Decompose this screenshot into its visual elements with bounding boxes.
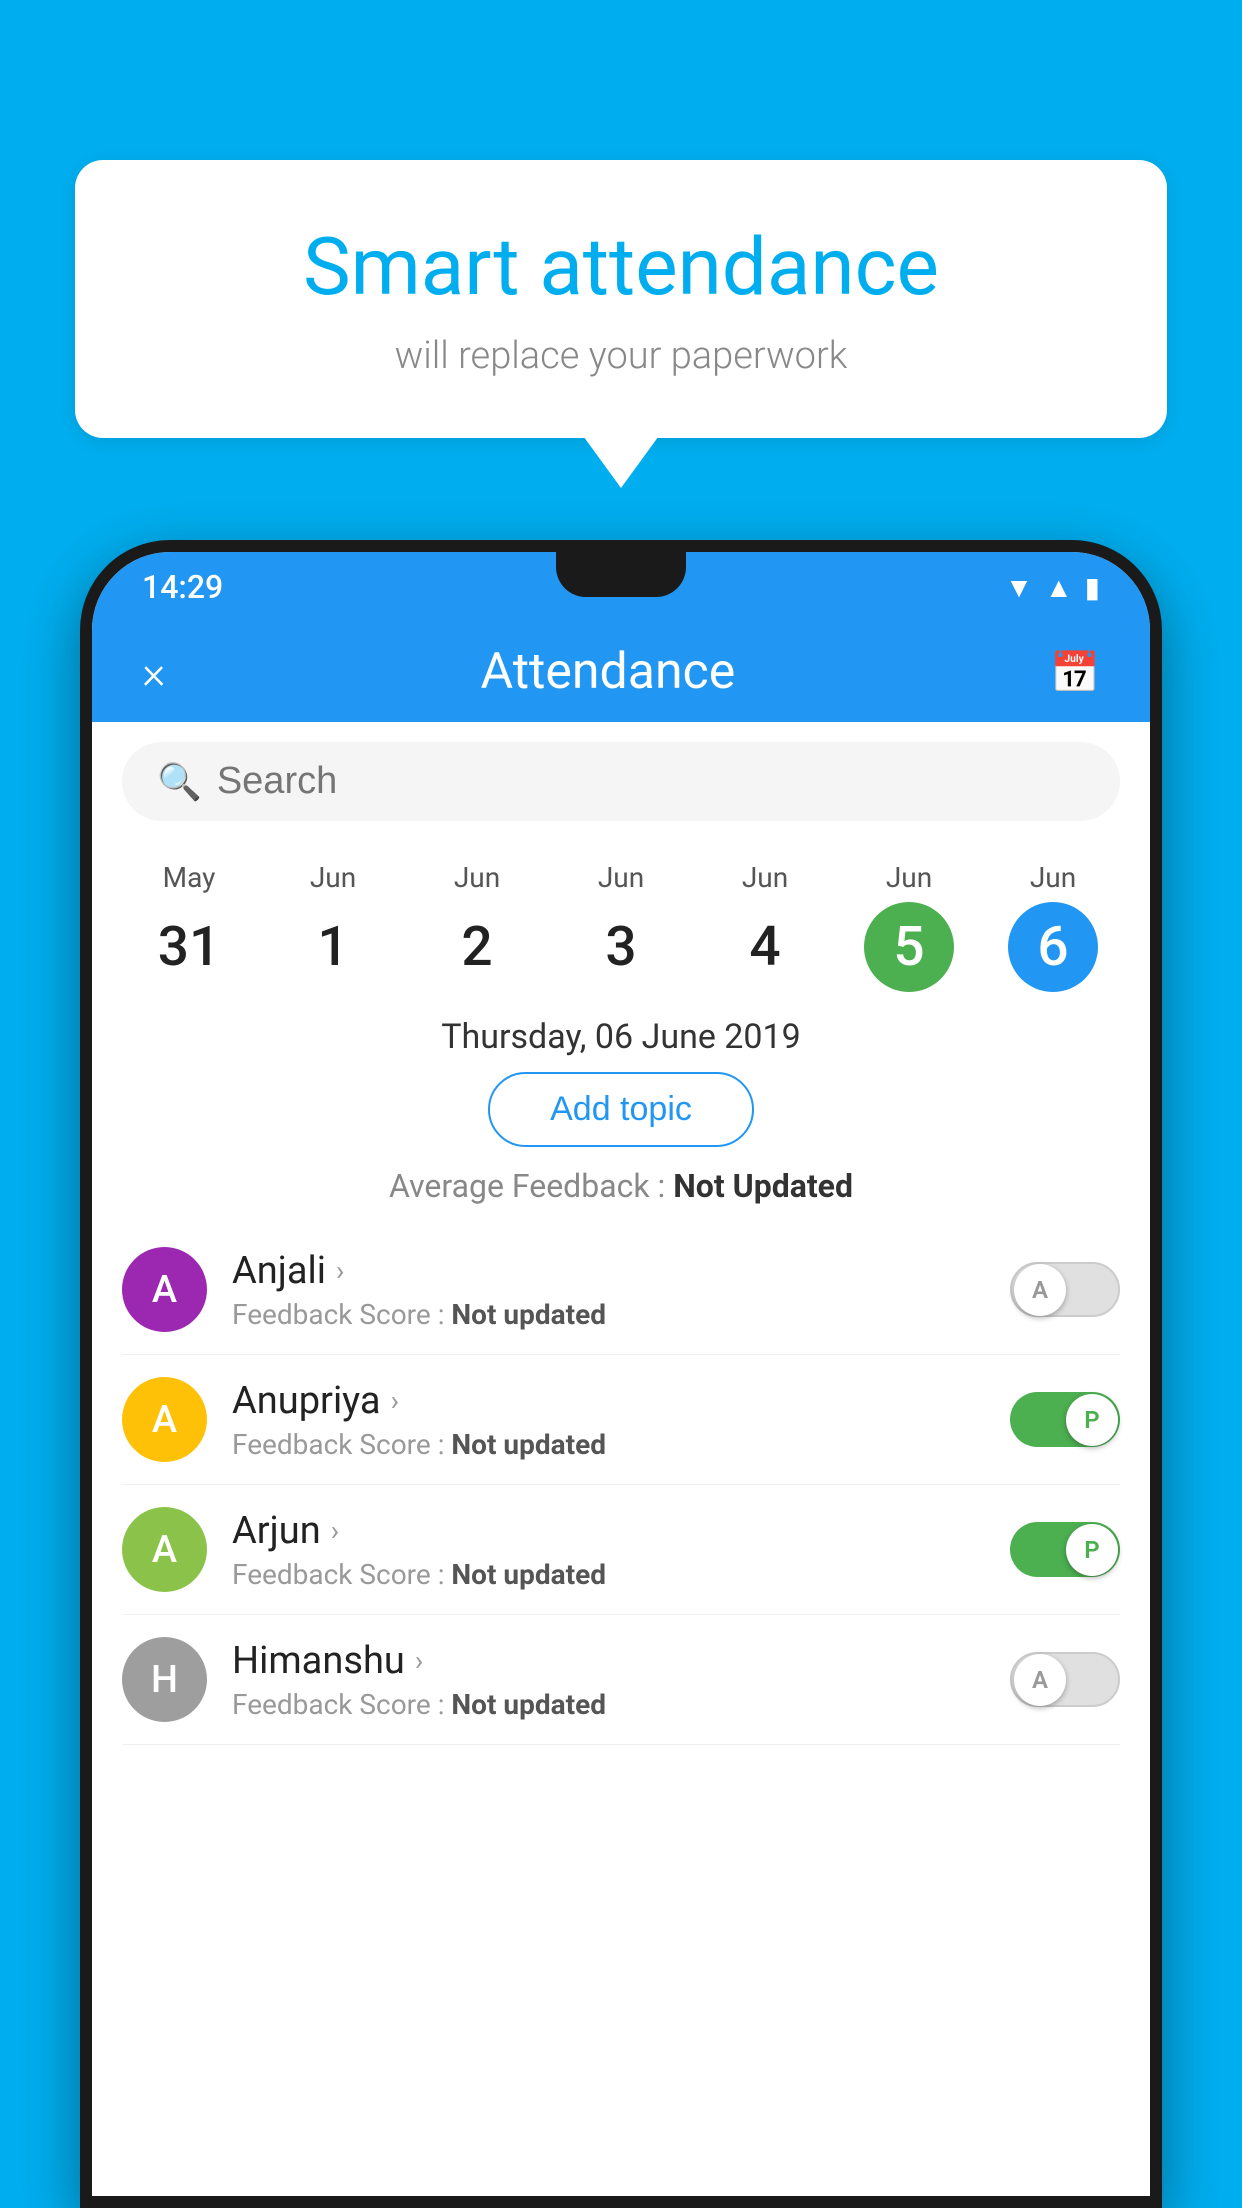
date-month: Jun <box>1030 861 1076 894</box>
feedback-score: Feedback Score : Not updated <box>232 1298 985 1331</box>
phone-notch <box>556 552 686 597</box>
avatar: A <box>122 1507 207 1592</box>
attendance-toggle[interactable]: P <box>1010 1392 1120 1447</box>
list-item: A Anjali › Feedback Score : Not updated A <box>122 1225 1120 1355</box>
date-day: 31 <box>144 902 234 992</box>
date-picker: May 31 Jun 1 Jun 2 Jun 3 Jun 4 Jun 5 Jun 6 <box>92 841 1150 992</box>
bubble-subtitle: will replace your paperwork <box>145 334 1097 378</box>
toggle-knob: P <box>1066 1394 1118 1446</box>
date-month: Jun <box>310 861 356 894</box>
student-info: Himanshu › Feedback Score : Not updated <box>232 1639 985 1721</box>
avg-feedback-label: Average Feedback : <box>389 1167 673 1205</box>
date-month: May <box>163 861 216 894</box>
student-info: Arjun › Feedback Score : Not updated <box>232 1509 985 1591</box>
date-month: Jun <box>454 861 500 894</box>
toggle-knob: P <box>1066 1524 1118 1576</box>
student-list: AAnjali ›Feedback Score : Not updatedAAA… <box>92 1225 1150 1745</box>
student-info: Anjali › Feedback Score : Not updated <box>232 1249 985 1331</box>
date-day: 2 <box>432 902 522 992</box>
date-day: 5 <box>864 902 954 992</box>
speech-bubble: Smart attendance will replace your paper… <box>75 160 1167 438</box>
student-name[interactable]: Arjun › <box>232 1509 985 1553</box>
attendance-toggle[interactable]: A <box>1010 1652 1120 1707</box>
search-input[interactable] <box>217 760 1085 803</box>
toggle-container: A <box>1010 1652 1120 1707</box>
date-item[interactable]: Jun 1 <box>288 861 378 992</box>
add-topic-button[interactable]: Add topic <box>488 1072 754 1147</box>
attendance-toggle[interactable]: A <box>1010 1262 1120 1317</box>
date-item[interactable]: Jun 3 <box>576 861 666 992</box>
feedback-score: Feedback Score : Not updated <box>232 1428 985 1461</box>
app-content: 🔍 May 31 Jun 1 Jun 2 Jun 3 Jun 4 Jun 5 Jun 6 Thursday… <box>92 722 1150 2196</box>
signal-icon: ▲ <box>1045 571 1073 604</box>
chevron-right-icon: › <box>415 1644 423 1677</box>
date-day: 1 <box>288 902 378 992</box>
feedback-score: Feedback Score : Not updated <box>232 1688 985 1721</box>
date-month: Jun <box>742 861 788 894</box>
phone-inner: 14:29 ▼ ▲ ▮ × Attendance 📅 🔍 May31Jun1Ju… <box>92 552 1150 2196</box>
date-month: Jun <box>598 861 644 894</box>
avatar: A <box>122 1377 207 1462</box>
student-name[interactable]: Anjali › <box>232 1249 985 1293</box>
avatar: H <box>122 1637 207 1722</box>
student-info: Anupriya › Feedback Score : Not updated <box>232 1379 985 1461</box>
date-item[interactable]: Jun 6 <box>1008 861 1098 992</box>
student-name[interactable]: Anupriya › <box>232 1379 985 1423</box>
list-item: H Himanshu › Feedback Score : Not updated A <box>122 1615 1120 1745</box>
battery-icon: ▮ <box>1085 571 1100 604</box>
toggle-container: P <box>1010 1522 1120 1577</box>
date-day: 4 <box>720 902 810 992</box>
search-bar[interactable]: 🔍 <box>122 742 1120 821</box>
date-item[interactable]: Jun 2 <box>432 861 522 992</box>
toggle-knob: A <box>1014 1654 1066 1706</box>
app-header: × Attendance 📅 <box>92 622 1150 722</box>
feedback-score: Feedback Score : Not updated <box>232 1558 985 1591</box>
status-time: 14:29 <box>142 568 223 606</box>
avatar: A <box>122 1247 207 1332</box>
date-item[interactable]: Jun 4 <box>720 861 810 992</box>
student-name[interactable]: Himanshu › <box>232 1639 985 1683</box>
toggle-container: A <box>1010 1262 1120 1317</box>
chevron-right-icon: › <box>336 1254 344 1287</box>
date-item[interactable]: Jun 5 <box>864 861 954 992</box>
search-icon: 🔍 <box>157 761 202 803</box>
date-month: Jun <box>886 861 932 894</box>
bubble-title: Smart attendance <box>145 220 1097 314</box>
toggle-knob: A <box>1014 1264 1066 1316</box>
page-title: Attendance <box>481 643 736 701</box>
phone-frame: 14:29 ▼ ▲ ▮ × Attendance 📅 🔍 May31Jun1Ju… <box>80 540 1162 2208</box>
chevron-right-icon: › <box>391 1384 399 1417</box>
list-item: A Arjun › Feedback Score : Not updated P <box>122 1485 1120 1615</box>
selected-date: Thursday, 06 June 2019 <box>92 1017 1150 1057</box>
date-day: 6 <box>1008 902 1098 992</box>
attendance-toggle[interactable]: P <box>1010 1522 1120 1577</box>
toggle-container: P <box>1010 1392 1120 1447</box>
calendar-icon[interactable]: 📅 <box>1050 649 1100 696</box>
chevron-right-icon: › <box>331 1514 339 1547</box>
list-item: A Anupriya › Feedback Score : Not updated P <box>122 1355 1120 1485</box>
avg-feedback-value: Not Updated <box>673 1167 853 1205</box>
average-feedback: Average Feedback : Not Updated <box>92 1167 1150 1205</box>
wifi-icon: ▼ <box>1005 571 1033 604</box>
status-icons: ▼ ▲ ▮ <box>1005 571 1100 604</box>
close-button[interactable]: × <box>142 646 166 699</box>
date-item[interactable]: May 31 <box>144 861 234 992</box>
date-day: 3 <box>576 902 666 992</box>
